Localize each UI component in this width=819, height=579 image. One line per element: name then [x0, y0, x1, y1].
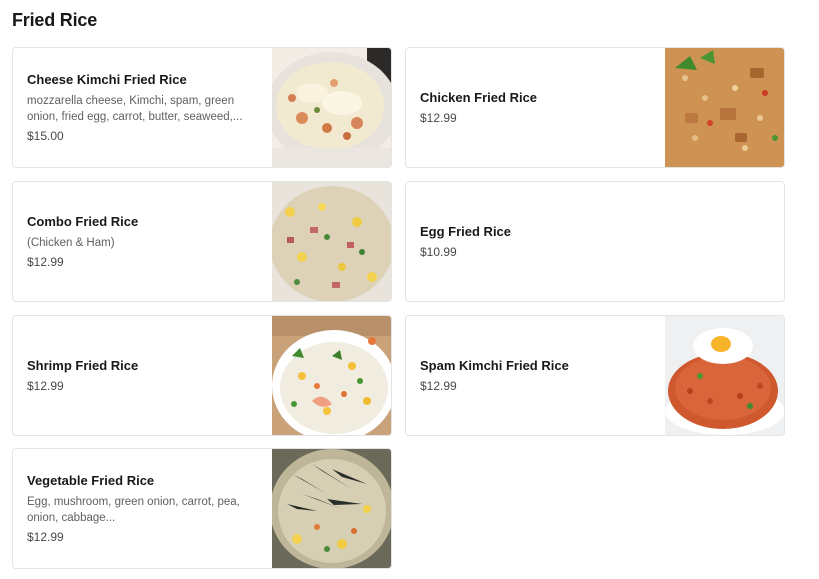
food-photo	[665, 48, 784, 167]
menu-item-name: Cheese Kimchi Fried Rice	[27, 72, 187, 87]
page-title: Fried Rice	[12, 10, 98, 30]
menu-item-info: Vegetable Fried Rice Egg, mushroom, gree…	[13, 449, 272, 568]
menu-item-name: Shrimp Fried Rice	[27, 358, 139, 373]
menu-item-vegetable-fried-rice[interactable]: Vegetable Fried Rice Egg, mushroom, gree…	[12, 448, 392, 569]
menu-item-description: Egg, mushroom, green onion, carrot, pea,…	[27, 496, 240, 524]
menu-item-price: $12.99	[420, 111, 457, 125]
menu-item-info: Spam Kimchi Fried Rice $12.99	[406, 316, 665, 435]
menu-item-description: (Chicken & Ham)	[27, 237, 115, 249]
menu-item-price: $12.99	[420, 379, 457, 393]
menu-item-price: $12.99	[27, 530, 64, 544]
menu-item-info: Combo Fried Rice (Chicken & Ham) $12.99	[13, 182, 272, 301]
menu-item-name: Spam Kimchi Fried Rice	[420, 358, 569, 373]
menu-item-chicken-fried-rice[interactable]: Chicken Fried Rice $12.99	[405, 47, 785, 168]
menu-item-cheese-kimchi-fried-rice[interactable]: Cheese Kimchi Fried Rice mozzarella chee…	[12, 47, 392, 168]
menu-item-combo-fried-rice[interactable]: Combo Fried Rice (Chicken & Ham) $12.99	[12, 181, 392, 302]
menu-item-spam-kimchi-fried-rice[interactable]: Spam Kimchi Fried Rice $12.99	[405, 315, 785, 436]
menu-item-price: $15.00	[27, 129, 64, 143]
menu-item-name: Chicken Fried Rice	[420, 90, 538, 105]
menu-item-price: $10.99	[420, 245, 457, 259]
food-photo	[272, 182, 391, 301]
food-photo	[272, 316, 391, 435]
menu-item-info: Chicken Fried Rice $12.99	[406, 48, 665, 167]
menu-item-price: $12.99	[27, 379, 64, 393]
menu-item-shrimp-fried-rice[interactable]: Shrimp Fried Rice $12.99	[12, 315, 392, 436]
food-photo	[665, 316, 784, 435]
menu-item-description: mozzarella cheese, Kimchi, spam, green o…	[27, 95, 243, 123]
menu-item-name: Vegetable Fried Rice	[27, 473, 155, 488]
menu-item-name: Egg Fried Rice	[420, 224, 512, 239]
menu-item-info: Shrimp Fried Rice $12.99	[13, 316, 272, 435]
menu-item-info: Cheese Kimchi Fried Rice mozzarella chee…	[13, 48, 272, 167]
food-photo	[272, 449, 391, 568]
food-photo	[272, 48, 391, 167]
menu-item-price: $12.99	[27, 255, 64, 269]
menu-item-name: Combo Fried Rice	[27, 214, 139, 229]
menu-item-info: Egg Fried Rice $10.99	[406, 182, 784, 301]
menu-item-egg-fried-rice[interactable]: Egg Fried Rice $10.99	[405, 181, 785, 302]
